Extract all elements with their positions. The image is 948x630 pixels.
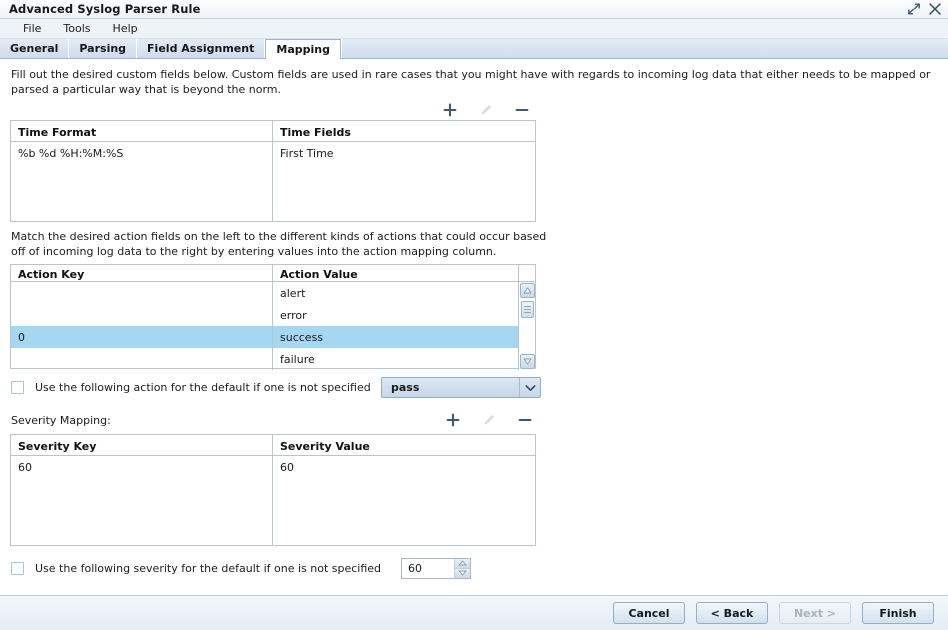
table-row[interactable]: failure: [11, 348, 518, 370]
column-header-time-format[interactable]: Time Format: [11, 121, 273, 141]
menu-item-help[interactable]: Help: [102, 20, 149, 37]
cell-time-fields: First Time: [273, 142, 535, 164]
default-action-combobox-value: pass: [382, 381, 519, 394]
table-row[interactable]: alert: [11, 282, 518, 304]
action-mapping-table: Action Key Action Value alert error 0: [10, 264, 536, 369]
plus-icon[interactable]: [442, 102, 458, 118]
time-table-empty-area: [11, 164, 535, 221]
menu-item-tools[interactable]: Tools: [52, 20, 101, 37]
cancel-button[interactable]: Cancel: [613, 602, 685, 624]
cell-severity-key: 60: [11, 456, 273, 478]
tab-bar: General Parsing Field Assignment Mapping: [0, 39, 948, 59]
scroll-up-icon[interactable]: [520, 283, 535, 298]
cell-time-format: %b %d %H:%M:%S: [11, 142, 273, 164]
table-row[interactable]: %b %d %H:%M:%S First Time: [11, 142, 535, 164]
tab-mapping[interactable]: Mapping: [265, 39, 341, 59]
time-format-table-header: Time Format Time Fields: [11, 121, 535, 142]
column-header-action-key[interactable]: Action Key: [11, 265, 273, 281]
column-header-severity-key[interactable]: Severity Key: [11, 435, 273, 455]
severity-mapping-label: Severity Mapping:: [11, 414, 445, 427]
pencil-icon[interactable]: [478, 102, 494, 118]
default-action-combobox[interactable]: pass: [381, 377, 541, 398]
scroll-down-icon[interactable]: [520, 354, 535, 369]
column-header-action-value[interactable]: Action Value: [273, 265, 518, 281]
next-button: Next >: [779, 602, 851, 624]
action-mapping-description: Match the desired action fields on the l…: [11, 230, 551, 259]
cell-action-value: failure: [273, 348, 518, 370]
action-mapping-table-header: Action Key Action Value: [11, 265, 535, 282]
default-severity-spinner-value[interactable]: 60: [402, 562, 454, 575]
cell-action-value: error: [273, 304, 518, 326]
table-row[interactable]: 60 60: [11, 456, 535, 478]
finish-button[interactable]: Finish: [862, 602, 934, 624]
mapping-panel: Fill out the desired custom fields below…: [0, 59, 948, 595]
spinner-buttons: [454, 559, 470, 578]
default-severity-spinner[interactable]: 60: [401, 558, 471, 579]
action-table-vertical-scrollbar[interactable]: [518, 282, 535, 370]
spin-down-icon[interactable]: [455, 569, 470, 579]
window-controls: [907, 2, 942, 16]
scroll-thumb[interactable]: [521, 301, 534, 318]
expand-arrows-icon[interactable]: [907, 2, 921, 16]
chevron-down-icon[interactable]: [519, 378, 540, 397]
default-severity-row: Use the following severity for the defau…: [11, 558, 471, 579]
tab-bar-filler: [341, 39, 948, 58]
cell-action-value: alert: [273, 282, 518, 304]
tab-field-assignment[interactable]: Field Assignment: [137, 39, 265, 58]
time-table-toolbar: [10, 100, 536, 120]
plus-icon[interactable]: [445, 412, 461, 428]
menu-bar: File Tools Help: [0, 19, 948, 39]
custom-fields-description: Fill out the desired custom fields below…: [11, 68, 938, 97]
default-action-row: Use the following action for the default…: [11, 377, 541, 398]
tab-general[interactable]: General: [0, 39, 69, 58]
menu-item-file[interactable]: File: [12, 20, 52, 37]
cell-action-key: 0: [11, 326, 273, 348]
table-row-selected[interactable]: 0 success: [11, 326, 518, 348]
time-format-table: Time Format Time Fields %b %d %H:%M:%S F…: [10, 120, 536, 222]
spin-up-icon[interactable]: [455, 559, 470, 569]
action-table-header-scroll-corner: [518, 265, 535, 281]
pencil-icon[interactable]: [481, 412, 497, 428]
default-action-checkbox[interactable]: [11, 381, 24, 394]
time-format-table-body: %b %d %H:%M:%S First Time: [11, 142, 535, 221]
severity-mapping-header: Severity Mapping:: [11, 410, 541, 430]
severity-mapping-table-body: 60 60: [11, 456, 535, 545]
minus-icon[interactable]: [517, 412, 533, 428]
action-mapping-table-body: alert error 0 success failure: [11, 282, 535, 370]
minus-icon[interactable]: [514, 102, 530, 118]
severity-table-toolbar: [445, 410, 541, 430]
default-action-label: Use the following action for the default…: [35, 381, 371, 394]
severity-table-empty-area: [11, 478, 535, 545]
tab-parsing[interactable]: Parsing: [69, 39, 137, 58]
dialog-footer: Cancel < Back Next > Finish: [0, 595, 948, 630]
advanced-syslog-parser-rule-dialog: Advanced Syslog Parser Rule File Tools H…: [0, 0, 948, 630]
title-bar: Advanced Syslog Parser Rule: [0, 0, 948, 19]
table-row[interactable]: error: [11, 304, 518, 326]
severity-mapping-table: Severity Key Severity Value 60 60: [10, 434, 536, 546]
cell-action-value: success: [273, 326, 518, 348]
cell-severity-value: 60: [273, 456, 535, 478]
severity-mapping-table-header: Severity Key Severity Value: [11, 435, 535, 456]
cell-action-key: [11, 304, 273, 326]
close-icon[interactable]: [928, 2, 942, 16]
default-severity-label: Use the following severity for the defau…: [35, 562, 381, 575]
cell-action-key: [11, 348, 273, 370]
cell-action-key: [11, 282, 273, 304]
column-header-time-fields[interactable]: Time Fields: [273, 121, 535, 141]
window-title: Advanced Syslog Parser Rule: [9, 2, 907, 16]
back-button[interactable]: < Back: [696, 602, 768, 624]
default-severity-checkbox[interactable]: [11, 562, 24, 575]
column-header-severity-value[interactable]: Severity Value: [273, 435, 535, 455]
